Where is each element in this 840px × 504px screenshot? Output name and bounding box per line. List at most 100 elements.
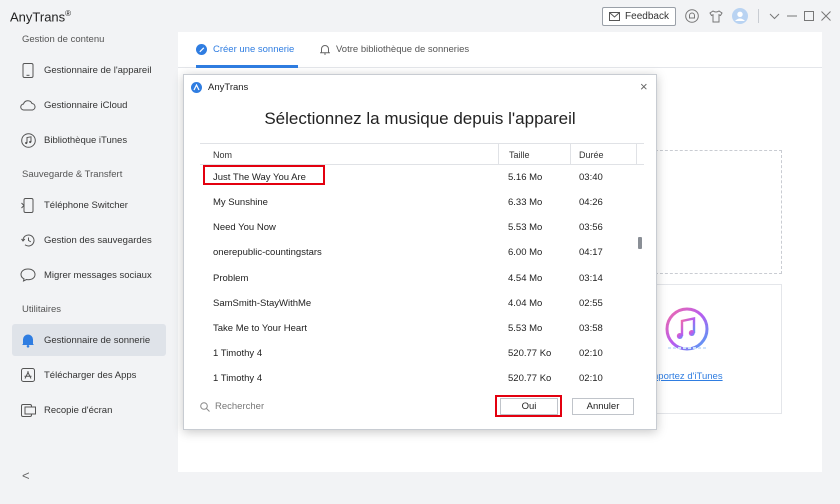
song-size: 4.54 Mo [508,273,543,284]
import-from-device-card[interactable] [650,150,782,274]
song-duration: 03:58 [579,323,603,334]
song-duration: 03:14 [579,273,603,284]
bell-outline-icon [320,45,330,55]
section-title-backup: Sauvegarde & Transfert [22,169,123,180]
song-duration: 04:26 [579,197,603,208]
sidebar-item-social-messages[interactable]: Migrer messages sociaux [12,259,166,291]
mail-icon [609,12,621,21]
chat-bubble-icon [20,267,36,283]
tshirt-skin-icon[interactable] [708,8,724,24]
bell-icon [20,332,36,348]
table-row[interactable]: Problem 4.54 Mo 03:14 [200,266,636,291]
song-duration: 03:40 [579,172,603,183]
sidebar-item-icloud[interactable]: Gestionnaire iCloud [12,89,166,121]
sidebar-item-label: Gestionnaire de l'appareil [44,64,152,76]
song-name: 1 Timothy 4 [213,348,263,359]
sidebar-item-label: Migrer messages sociaux [44,269,152,281]
tab-ringtone-library[interactable]: Votre bibliothèque de sonneries [320,44,469,55]
song-size: 520.77 Ko [508,348,552,359]
app-name: AnyTrans [10,9,66,25]
section-title-content: Gestion de contenu [22,34,105,45]
song-name: SamSmith-StayWithMe [213,298,312,309]
sidebar-item-itunes-library[interactable]: Bibliothèque iTunes [12,124,166,156]
table-row[interactable]: onerepublic-countingstars 6.00 Mo 04:17 [200,240,636,265]
titlebar-separator [758,9,759,23]
music-note-icon [20,132,36,148]
song-size: 4.04 Mo [508,298,543,309]
screen-mirror-icon [20,402,36,418]
chevron-down-icon[interactable] [766,8,782,24]
column-separator [498,144,499,165]
tab-label: Votre bibliothèque de sonneries [336,44,470,55]
column-separator [636,144,637,165]
sidebar-item-backup-manager[interactable]: Gestion des sauvegardes [12,224,166,256]
close-window-icon[interactable] [818,8,834,24]
song-name: Problem [213,273,249,284]
cloud-icon [20,97,36,113]
title-bar: AnyTrans® Feedback [0,0,840,32]
tab-create-ringtone[interactable]: Créer une sonnerie [196,44,294,55]
notification-bell-icon[interactable] [684,8,700,24]
song-duration: 04:17 [579,247,603,258]
song-size: 6.00 Mo [508,247,543,258]
highlight-ok-button [495,395,562,417]
sidebar-item-device-manager[interactable]: Gestionnaire de l'appareil [12,54,166,86]
table-row[interactable]: Need You Now 5.53 Mo 03:56 [200,215,636,240]
app-reg-mark: ® [65,9,72,18]
search-box[interactable]: Rechercher [200,401,264,412]
table-row[interactable]: 1 Timothy 4 520.77 Ko 02:10 [200,341,636,366]
feedback-label: Feedback [625,11,669,22]
song-duration: 03:56 [579,222,603,233]
column-header-size[interactable]: Taille [509,150,530,160]
sidebar-item-label: Bibliothèque iTunes [44,134,128,146]
column-header-duration[interactable]: Durée [579,150,604,160]
song-duration: 02:10 [579,348,603,359]
sidebar-item-label: Gestion des sauvegardes [44,234,152,246]
sidebar-item-label: Télécharger des Apps [44,369,137,381]
song-size: 520.77 Ko [508,373,552,383]
maximize-icon[interactable] [801,8,817,24]
song-size: 5.53 Mo [508,323,543,334]
select-music-dialog: AnyTrans × Sélectionnez la musique depui… [183,74,657,430]
dialog-header: AnyTrans [184,75,656,99]
highlight-selected-song [203,165,325,185]
song-duration: 02:10 [579,373,603,383]
table-row[interactable]: SamSmith-StayWithMe 4.04 Mo 02:55 [200,291,636,316]
sidebar-item-download-apps[interactable]: Télécharger des Apps [12,359,166,391]
app-store-icon [20,367,36,383]
table-row[interactable]: My Sunshine 6.33 Mo 04:26 [200,190,636,215]
song-name: Take Me to Your Heart [213,323,307,334]
table-row[interactable]: Take Me to Your Heart 5.53 Mo 03:58 [200,316,636,341]
column-separator [570,144,571,165]
phone-switch-icon [20,197,36,213]
section-title-utilities: Utilitaires [22,304,62,315]
table-row[interactable]: 1 Timothy 4 520.77 Ko 02:10 [200,366,636,383]
song-name: onerepublic-countingstars [213,247,322,258]
app-title: AnyTrans® [10,9,71,24]
tab-bar: Créer une sonnerie Votre bibliothèque de… [178,32,822,68]
song-size: 5.16 Mo [508,172,543,183]
anytrans-logo-icon [191,81,202,93]
table-scrollbar[interactable] [638,237,642,249]
cancel-button[interactable]: Annuler [572,398,634,415]
sidebar-item-label: Recopie d'écran [44,404,113,416]
itunes-icon [664,306,710,355]
column-header-name[interactable]: Nom [213,150,232,160]
feedback-button[interactable]: Feedback [602,7,676,26]
search-placeholder: Rechercher [215,401,265,412]
song-duration: 02:55 [579,298,603,309]
sidebar-item-phone-switcher[interactable]: Téléphone Switcher [12,189,166,221]
sidebar-item-screen-mirroring[interactable]: Recopie d'écran [12,394,166,426]
collapse-sidebar-button[interactable]: < [22,468,30,483]
dialog-close-button[interactable]: × [640,79,648,94]
tab-label: Créer une sonnerie [213,44,295,55]
table-header: Nom Taille Durée [200,143,644,165]
sidebar-item-ringtone-manager[interactable]: Gestionnaire de sonnerie [12,324,166,356]
import-itunes-link[interactable]: nportez d'iTunes [653,371,723,382]
song-name: 1 Timothy 4 [213,373,263,383]
song-size: 6.33 Mo [508,197,543,208]
dialog-app-name: AnyTrans [208,81,249,93]
sidebar: Gestion de contenu Gestionnaire de l'app… [0,32,178,504]
user-avatar-icon[interactable] [732,8,748,24]
minimize-icon[interactable] [784,8,800,24]
